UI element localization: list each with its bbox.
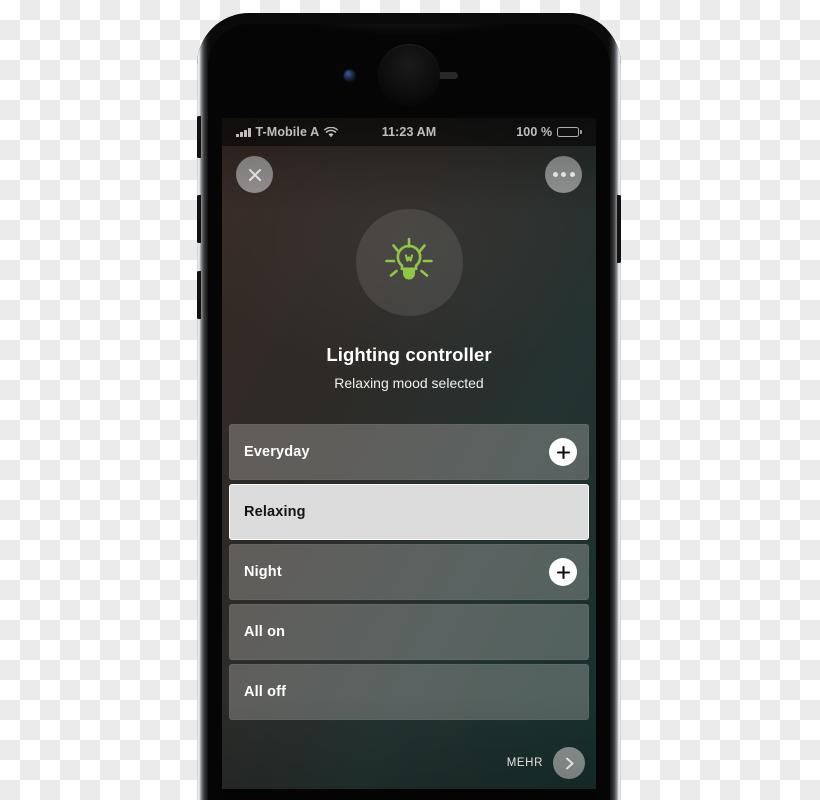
more-label: MEHR [506,757,543,769]
mute-switch-button[interactable] [197,116,201,158]
phone-front-face: T-Mobile A 11:23 AM 100 % Lighting contr… [208,24,610,800]
add-scene-button[interactable] [549,438,577,466]
wifi-icon [324,126,339,138]
page-title: Lighting controller [326,344,492,365]
scene-label: All on [244,624,286,640]
status-bar: T-Mobile A 11:23 AM 100 % [222,118,596,146]
battery-percent-label: 100 % [516,125,553,139]
volume-down-button[interactable] [197,271,201,319]
scene-label: Relaxing [244,504,306,520]
device-icon-circle [355,209,463,316]
more-options-icon [552,172,575,177]
scene-label: Night [244,564,282,580]
device-hero: Lighting controller Relaxing mood select… [222,193,596,391]
front-camera-icon [344,70,355,81]
lightbulb-icon [381,235,437,291]
scene-label: Everyday [244,444,310,460]
chevron-right-icon [562,756,577,771]
power-button[interactable] [617,195,621,263]
more-next-button[interactable] [553,747,585,779]
volume-up-button[interactable] [197,195,201,243]
plus-icon [556,445,571,460]
battery-full-icon [557,126,582,138]
scene-list: Everyday Relaxing Night All on All off [222,424,596,720]
app-header [222,146,596,193]
scene-row-relaxing[interactable]: Relaxing [229,484,589,540]
bottom-bezel [222,789,596,800]
scene-row-everyday[interactable]: Everyday [229,424,589,480]
app-footer: MEHR [507,747,585,779]
add-scene-button[interactable] [549,558,577,586]
device-status-text: Relaxing mood selected [334,375,484,391]
close-button[interactable] [236,156,273,193]
scene-label: All off [244,684,287,700]
close-icon [247,167,263,183]
scene-row-night[interactable]: Night [229,544,589,600]
scene-row-all-on[interactable]: All on [229,604,589,660]
signal-bars-icon [236,127,251,137]
carrier-label: T-Mobile A [255,125,320,139]
plus-icon [556,565,571,580]
home-button[interactable] [378,44,440,106]
image-canvas: T-Mobile A 11:23 AM 100 % Lighting contr… [0,0,820,800]
scene-row-all-off[interactable]: All off [229,664,589,720]
phone-screen: T-Mobile A 11:23 AM 100 % Lighting contr… [222,118,596,789]
phone-device: T-Mobile A 11:23 AM 100 % Lighting contr… [197,13,621,800]
more-options-button[interactable] [545,156,582,193]
